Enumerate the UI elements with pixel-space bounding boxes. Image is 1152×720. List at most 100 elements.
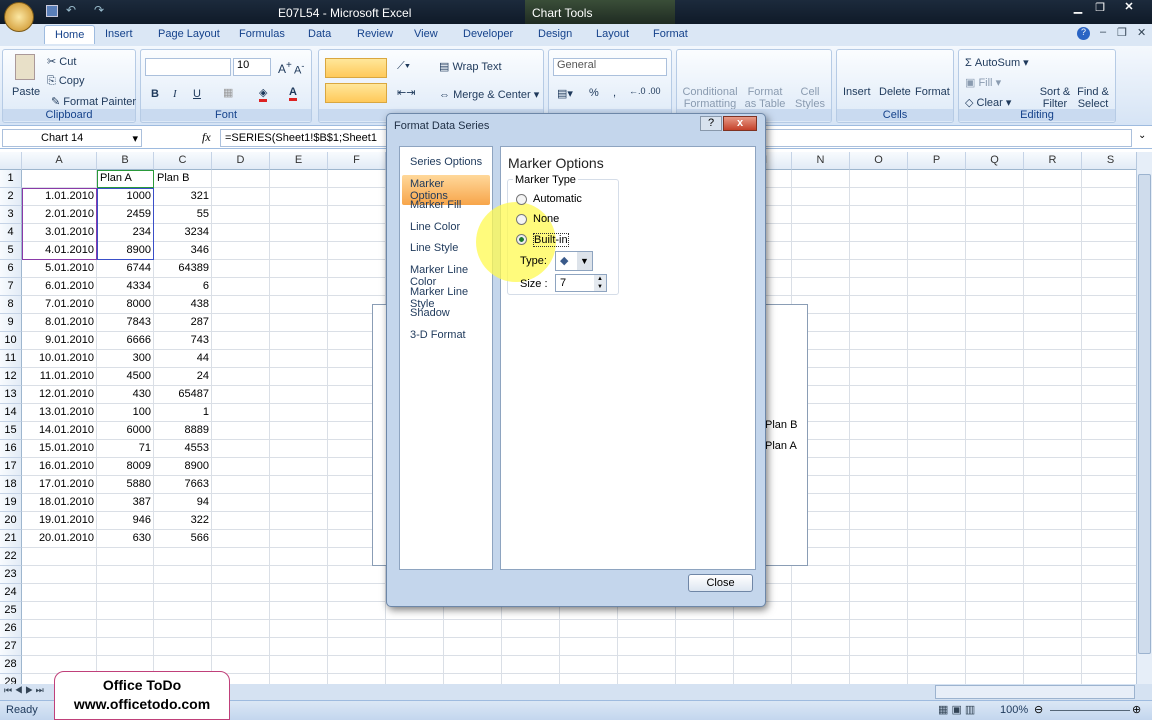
cell[interactable]: 387 (97, 494, 154, 512)
cell[interactable] (22, 170, 97, 188)
cell[interactable]: 946 (97, 512, 154, 530)
cell[interactable]: 1 (154, 404, 212, 422)
cell[interactable]: 7.01.2010 (22, 296, 97, 314)
name-box[interactable]: Chart 14 ▾ (2, 129, 142, 147)
cell[interactable]: 15.01.2010 (22, 440, 97, 458)
row-header[interactable]: 1 (0, 170, 22, 188)
zoom-out-icon[interactable]: ⊖ (1034, 703, 1043, 716)
cell[interactable]: 11.01.2010 (22, 368, 97, 386)
cell[interactable]: 5880 (97, 476, 154, 494)
cell[interactable]: 16.01.2010 (22, 458, 97, 476)
row-header[interactable]: 15 (0, 422, 22, 440)
column-header[interactable]: C (154, 152, 212, 170)
cell[interactable]: 8889 (154, 422, 212, 440)
autosum-button[interactable]: Σ AutoSum ▾ (965, 56, 1029, 69)
font-name-select[interactable] (145, 58, 231, 76)
decimal-buttons[interactable]: ←.0 .00 (629, 86, 661, 96)
cell[interactable]: 6744 (97, 260, 154, 278)
row-header[interactable]: 28 (0, 656, 22, 674)
format-as-table-button[interactable]: Format as Table (741, 86, 789, 110)
row-header[interactable]: 3 (0, 206, 22, 224)
marker-size-spinner[interactable]: 7 ▲ ▼ (555, 274, 607, 292)
orientation-icon[interactable]: ⟋▾ (397, 60, 410, 73)
radio-label[interactable]: Built-in (533, 233, 569, 247)
cell[interactable]: 18.01.2010 (22, 494, 97, 512)
column-header[interactable]: N (792, 152, 850, 170)
redo-icon[interactable]: ↷ (94, 3, 104, 17)
cell[interactable]: 44 (154, 350, 212, 368)
row-header[interactable]: 6 (0, 260, 22, 278)
cell[interactable]: 6.01.2010 (22, 278, 97, 296)
restore-button[interactable]: ❐ (1090, 1, 1110, 17)
cell[interactable]: 17.01.2010 (22, 476, 97, 494)
merge-center-button[interactable]: ⇔ Merge & Center ▾ (439, 88, 539, 101)
nav-item[interactable]: 3-D Format (410, 326, 466, 344)
minimize-button[interactable]: ▁ (1067, 1, 1089, 17)
close-button[interactable]: Close (688, 574, 753, 592)
nav-item[interactable]: Line Color (410, 218, 460, 236)
row-header[interactable]: 9 (0, 314, 22, 332)
cell[interactable]: 14.01.2010 (22, 422, 97, 440)
nav-item[interactable]: Series Options (410, 153, 482, 171)
office-button[interactable] (4, 2, 34, 32)
cell-styles-button[interactable]: Cell Styles (791, 86, 829, 110)
row-header[interactable]: 12 (0, 368, 22, 386)
row-header[interactable]: 14 (0, 404, 22, 422)
indent-icon[interactable]: ⇤⇥ (397, 86, 415, 99)
row-header[interactable]: 26 (0, 620, 22, 638)
cell[interactable]: 566 (154, 530, 212, 548)
zoom-in-icon[interactable]: ⊕ (1132, 703, 1141, 716)
vertical-scrollbar[interactable] (1136, 152, 1152, 684)
cell[interactable]: 743 (154, 332, 212, 350)
radio-label[interactable]: Automatic (533, 193, 582, 205)
tab-layout[interactable]: Layout (596, 28, 629, 40)
cell[interactable]: 65487 (154, 386, 212, 404)
save-icon[interactable] (46, 5, 58, 17)
undo-icon[interactable]: ↶ (66, 3, 76, 17)
cell[interactable]: 19.01.2010 (22, 512, 97, 530)
row-header[interactable]: 13 (0, 386, 22, 404)
cell[interactable]: 6000 (97, 422, 154, 440)
vertical-align-buttons[interactable] (325, 58, 387, 78)
fill-color-icon[interactable]: ◈ (259, 86, 268, 102)
cell[interactable]: 322 (154, 512, 212, 530)
close-window-button[interactable]: ✕ (1112, 0, 1146, 16)
dialog-help-button[interactable]: ? (700, 116, 722, 131)
column-header[interactable]: A (22, 152, 97, 170)
cell[interactable]: 8000 (97, 296, 154, 314)
column-header[interactable]: D (212, 152, 270, 170)
cell[interactable]: 8.01.2010 (22, 314, 97, 332)
clear-button[interactable]: ◇ Clear ▾ (965, 96, 1011, 109)
cell[interactable]: 71 (97, 440, 154, 458)
nav-item[interactable]: Marker Fill (410, 196, 461, 214)
row-header[interactable]: 19 (0, 494, 22, 512)
wrap-text-button[interactable]: ▤ Wrap Text (439, 60, 502, 73)
tab-view[interactable]: View (414, 28, 438, 40)
row-header[interactable]: 2 (0, 188, 22, 206)
ribbon-restore[interactable]: ❐ (1117, 26, 1127, 39)
cell[interactable]: 430 (97, 386, 154, 404)
shrink-font-button[interactable]: A- (294, 61, 304, 77)
row-header[interactable]: 23 (0, 566, 22, 584)
column-header[interactable]: S (1082, 152, 1136, 170)
bold-button[interactable]: B (151, 88, 159, 100)
nav-item[interactable]: Shadow (410, 304, 450, 322)
tab-format[interactable]: Format (653, 28, 688, 40)
italic-button[interactable]: I (173, 88, 177, 100)
grow-font-button[interactable]: A+ (278, 60, 292, 76)
cell[interactable]: 13.01.2010 (22, 404, 97, 422)
column-header[interactable]: R (1024, 152, 1082, 170)
font-size-select[interactable]: 10 (233, 58, 271, 76)
row-header[interactable]: 18 (0, 476, 22, 494)
cut-button[interactable]: ✂ Cut (47, 55, 76, 68)
sheet-nav-arrows[interactable]: ⏮ ◀ ▶ ⏭ (4, 685, 44, 696)
column-header[interactable]: E (270, 152, 328, 170)
tab-design[interactable]: Design (538, 28, 572, 40)
view-buttons[interactable]: ▦ ▣ ▥ (938, 703, 975, 716)
delete-cells-button[interactable]: Delete (879, 86, 911, 98)
cell[interactable]: 4500 (97, 368, 154, 386)
radio-button[interactable] (516, 214, 527, 225)
row-header[interactable]: 8 (0, 296, 22, 314)
row-header[interactable]: 7 (0, 278, 22, 296)
zoom-level[interactable]: 100% (1000, 704, 1028, 716)
